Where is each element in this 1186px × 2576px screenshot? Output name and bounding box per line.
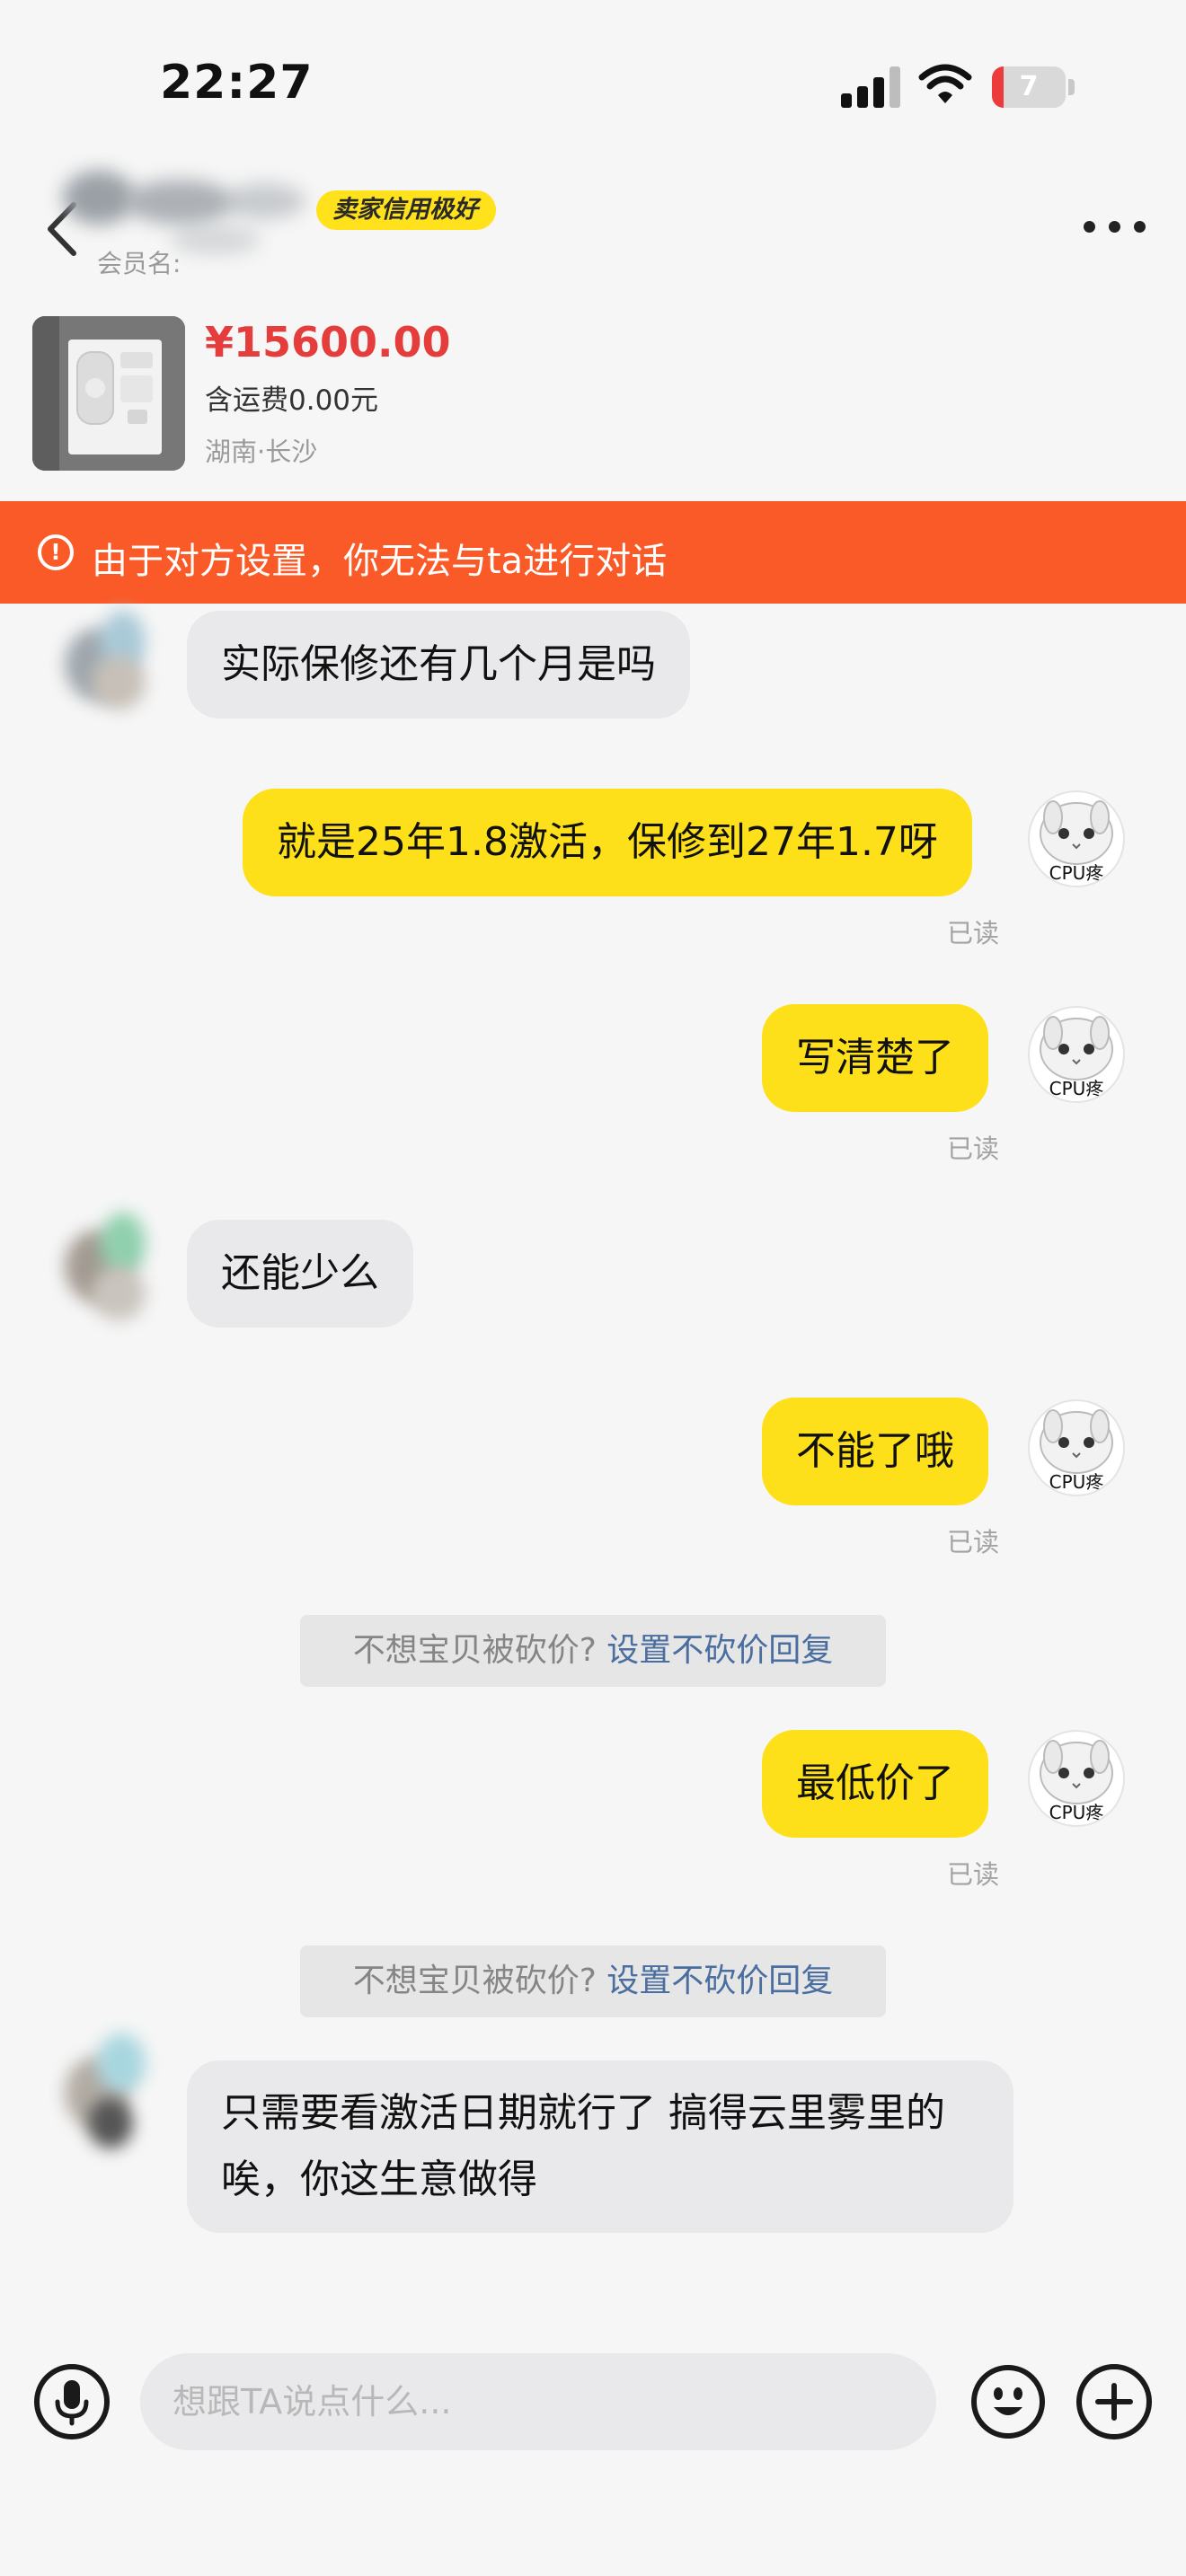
sender-avatar[interactable] xyxy=(56,602,164,728)
battery-icon: 7 xyxy=(992,66,1075,108)
message-bubble-incoming: 实际保修还有几个月是吗 xyxy=(187,611,690,719)
seller-credit-badge: 卖家信用极好 xyxy=(316,190,496,230)
message-bubble-outgoing: 不能了哦 xyxy=(762,1398,988,1505)
wifi-icon xyxy=(918,64,972,103)
no-bargain-settings-link[interactable]: 设置不砍价回复 xyxy=(606,1632,833,1669)
avatar-caption: CPU疼 xyxy=(1049,1078,1104,1099)
message-bubble-outgoing: 就是25年1.8激活，保修到27年1.7呀 xyxy=(243,789,972,896)
plus-button[interactable] xyxy=(1076,2364,1152,2439)
hint-question: 不想宝贝被砍价? xyxy=(352,1963,597,1999)
message-bubble-incoming: 还能少么 xyxy=(187,1220,413,1328)
no-bargain-hint: 不想宝贝被砍价? 设置不砍价回复 xyxy=(300,1945,886,2017)
read-receipt: 已读 xyxy=(947,1134,1000,1164)
product-location: 湖南·长沙 xyxy=(205,437,318,467)
battery-percent: 7 xyxy=(1019,71,1039,102)
microphone-icon xyxy=(55,2380,89,2426)
voice-input-button[interactable] xyxy=(34,2364,110,2439)
my-avatar[interactable]: CPU疼 xyxy=(1028,1006,1125,1103)
shipping-fee: 含运费0.00元 xyxy=(205,384,379,417)
message-bubble-outgoing: 写清楚了 xyxy=(762,1004,988,1112)
alert-circle-icon: ! xyxy=(38,534,74,570)
my-avatar[interactable]: CPU疼 xyxy=(1028,790,1125,887)
read-receipt: 已读 xyxy=(947,918,1000,948)
product-price: ¥15600.00 xyxy=(205,318,451,366)
my-avatar[interactable]: CPU疼 xyxy=(1028,1399,1125,1496)
message-bubble-outgoing: 最低价了 xyxy=(762,1730,988,1838)
avatar-caption: CPU疼 xyxy=(1049,1471,1104,1493)
plus-icon xyxy=(1095,2383,1133,2421)
sender-avatar[interactable] xyxy=(56,2026,164,2152)
member-name-label: 会员名: xyxy=(97,249,181,278)
cellular-signal-icon xyxy=(841,66,900,108)
chat-restricted-banner: ! 由于对方设置，你无法与ta进行对话 xyxy=(0,501,1186,604)
message-bubble-incoming: 只需要看激活日期就行了 搞得云里雾里的 唉，你这生意做得 xyxy=(187,2060,1013,2233)
smile-icon[interactable] xyxy=(970,2364,1046,2439)
avatar-caption: CPU疼 xyxy=(1049,1802,1104,1823)
my-avatar[interactable]: CPU疼 xyxy=(1028,1730,1125,1827)
sender-avatar[interactable] xyxy=(56,1204,164,1329)
read-receipt: 已读 xyxy=(947,1859,1000,1890)
read-receipt: 已读 xyxy=(947,1527,1000,1557)
no-bargain-hint: 不想宝贝被砍价? 设置不砍价回复 xyxy=(300,1615,886,1687)
message-input[interactable] xyxy=(140,2353,936,2450)
status-time: 22:27 xyxy=(160,56,314,110)
warning-text: 由于对方设置，你无法与ta进行对话 xyxy=(92,541,668,582)
avatar-caption: CPU疼 xyxy=(1049,862,1104,884)
seller-name-obscured xyxy=(54,162,314,260)
product-image[interactable] xyxy=(32,316,185,471)
more-dots-icon[interactable] xyxy=(1084,216,1146,237)
no-bargain-settings-link[interactable]: 设置不砍价回复 xyxy=(606,1963,833,1999)
hint-question: 不想宝贝被砍价? xyxy=(352,1632,597,1669)
